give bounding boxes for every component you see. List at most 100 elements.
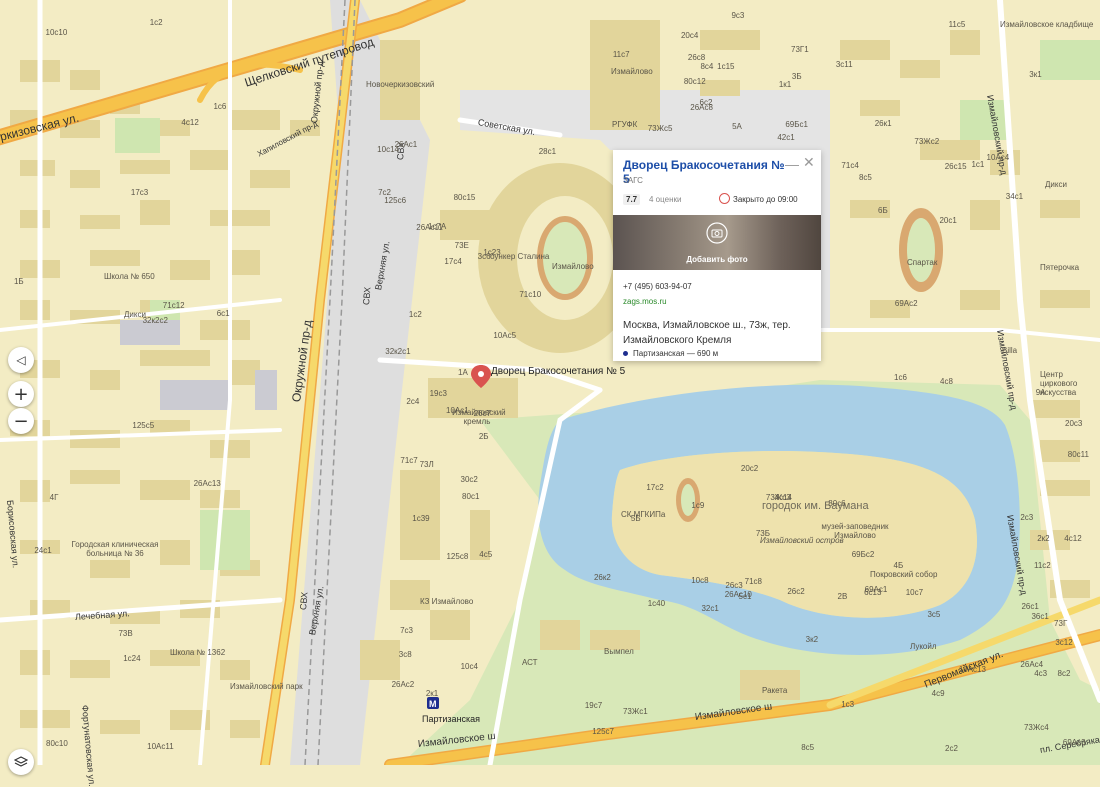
house-number: 73Жс4 bbox=[1023, 722, 1049, 732]
clock-icon bbox=[719, 193, 730, 204]
reviews-link[interactable]: 4 оценки bbox=[649, 195, 681, 204]
poi-izmailovo-top[interactable]: Измайлово bbox=[611, 67, 653, 76]
house-number: 3с11 bbox=[835, 60, 853, 70]
house-number: 80с6 bbox=[828, 499, 846, 509]
house-number: 125с7 bbox=[592, 726, 614, 736]
poi-cemetery[interactable]: Измайловское кладбище bbox=[1000, 20, 1093, 29]
poi-park[interactable]: Измайловский парк bbox=[230, 682, 303, 691]
poi-billa[interactable]: Billa bbox=[1002, 346, 1017, 355]
house-number: 80с15 bbox=[453, 193, 476, 203]
house-number: 3с12 bbox=[1055, 638, 1073, 648]
house-number: 10Ас11 bbox=[147, 742, 174, 752]
house-number: 30с2 bbox=[460, 474, 478, 484]
house-number: 73Л bbox=[419, 460, 434, 470]
opening-hours[interactable]: Закрыто до 09:00 bbox=[733, 195, 798, 204]
zoom-out-button[interactable]: − bbox=[8, 408, 34, 434]
poi-pyaterochka[interactable]: Пятерочка bbox=[1040, 263, 1079, 272]
house-number: 8с2 bbox=[1057, 669, 1071, 679]
poi-circus[interactable]: Центр циркового искусства bbox=[1040, 370, 1100, 397]
house-number: 69Бс1 bbox=[785, 120, 808, 130]
house-number: 9А bbox=[1035, 387, 1046, 397]
house-number: 4с3 bbox=[1034, 669, 1048, 679]
house-number: 1к1 bbox=[778, 79, 792, 89]
house-number: 19с7 bbox=[584, 700, 603, 710]
house-number: 1А bbox=[458, 367, 468, 377]
poi-school1362[interactable]: Школа № 1362 bbox=[170, 648, 225, 657]
house-number: 1с9 bbox=[691, 501, 705, 511]
poi-stadium[interactable]: Измайлово bbox=[552, 262, 594, 271]
house-number: 10с7 bbox=[905, 587, 924, 597]
house-number: 2с4 bbox=[406, 397, 420, 407]
house-number: 8с5 bbox=[858, 173, 872, 183]
house-number: 69Ас3 bbox=[1062, 738, 1086, 748]
house-number: 28с1 bbox=[538, 146, 557, 156]
poi-lukoil[interactable]: Лукойл bbox=[910, 642, 937, 651]
house-number: 2к1 bbox=[425, 688, 439, 698]
house-number: 125с8 bbox=[446, 552, 469, 562]
poi-rgufk[interactable]: РГУФК bbox=[612, 120, 637, 129]
metro-line-dot bbox=[623, 351, 628, 356]
nearest-metro[interactable]: Партизанская — 690 м bbox=[633, 349, 718, 358]
house-number: 17с3 bbox=[130, 187, 149, 197]
house-number: 73Жс3 bbox=[765, 493, 791, 503]
place-title[interactable]: Дворец Бракосочетания № 5 bbox=[623, 158, 788, 186]
poi-novocherkizovsky[interactable]: Новочеркизовский bbox=[366, 80, 434, 89]
house-number: 19с3 bbox=[429, 389, 447, 399]
house-number: 4с12 bbox=[181, 118, 199, 128]
house-number: 73Б bbox=[755, 529, 771, 539]
house-number: 1с2 bbox=[408, 310, 422, 320]
place-category: ЗАГС bbox=[623, 176, 643, 185]
house-number: 71с10 bbox=[519, 290, 542, 300]
phone-number[interactable]: +7 (495) 603-94-07 bbox=[623, 282, 692, 291]
layers-button[interactable] bbox=[8, 749, 34, 775]
house-number: 26с3 bbox=[725, 580, 743, 590]
poi-vympel[interactable]: Вымпел bbox=[604, 647, 634, 656]
house-number: 1с23 bbox=[483, 247, 501, 257]
zoom-in-button[interactable]: + bbox=[8, 381, 34, 407]
house-number: 10Ас4 bbox=[986, 152, 1010, 162]
poi-spartak[interactable]: Спартак bbox=[907, 258, 937, 267]
poi-kz[interactable]: КЗ Измайлово bbox=[420, 597, 473, 606]
add-photo-button[interactable]: Добавить фото bbox=[613, 215, 821, 270]
house-number: 26Ас11 bbox=[416, 222, 443, 232]
poi-hospital[interactable]: Городская клиническая больница № 36 bbox=[70, 540, 160, 558]
locate-button[interactable]: ◁ bbox=[8, 347, 34, 373]
website-link[interactable]: zags.mos.ru bbox=[623, 297, 667, 306]
house-number: 5Б bbox=[630, 514, 641, 524]
house-number: 69Бс2 bbox=[851, 549, 875, 559]
close-icon[interactable]: ✕ bbox=[803, 154, 815, 171]
house-number: 26с1 bbox=[1021, 602, 1039, 612]
metro-partizanskaya[interactable]: Партизанская bbox=[422, 714, 480, 724]
poi-diksi1[interactable]: Дикси bbox=[1045, 180, 1067, 189]
house-number: 8с4 bbox=[700, 62, 714, 72]
house-number: 26Ас4 bbox=[1020, 659, 1044, 669]
poi-raketa[interactable]: Ракета bbox=[762, 686, 787, 695]
add-photo-label: Добавить фото bbox=[686, 255, 748, 264]
house-number: 26с2 bbox=[787, 586, 805, 596]
poi-sk-mgkipa[interactable]: СК МГКИПа bbox=[621, 510, 665, 519]
house-number: 7с3 bbox=[400, 626, 413, 636]
house-number: 32к2с2 bbox=[142, 316, 168, 326]
house-number: 2с2 bbox=[945, 744, 958, 754]
metro-icon[interactable]: M bbox=[427, 697, 439, 709]
house-number: 10с4 bbox=[460, 662, 478, 672]
minimize-icon[interactable]: — bbox=[785, 156, 799, 172]
house-number: 26с15 bbox=[944, 161, 967, 171]
house-number: 32с1 bbox=[701, 604, 719, 614]
place-card: Дворец Бракосочетания № 5 — ✕ ЗАГС 7.7 4… bbox=[613, 150, 821, 361]
house-number: 2Б bbox=[478, 432, 489, 442]
poi-pokrovsky[interactable]: Покровский собор bbox=[870, 570, 937, 579]
road-svkh2: СВХ bbox=[361, 286, 373, 306]
house-number: 1с1 bbox=[971, 160, 985, 170]
house-number: 6Б bbox=[878, 205, 888, 215]
house-number: 73Жс5 bbox=[647, 123, 673, 133]
house-number: 9с3 bbox=[731, 10, 745, 20]
house-number: 10с10 bbox=[45, 28, 68, 38]
poi-school650[interactable]: Школа № 650 bbox=[104, 272, 155, 281]
poi-ast[interactable]: АСТ bbox=[522, 658, 538, 667]
pin-label[interactable]: Дворец Бракосочетания № 5 bbox=[491, 366, 625, 377]
house-number: 1с24 bbox=[123, 654, 141, 664]
house-number: 26Ас1 bbox=[394, 140, 418, 150]
house-number: 4Б bbox=[893, 561, 904, 571]
house-number: 71с8 bbox=[744, 577, 762, 587]
